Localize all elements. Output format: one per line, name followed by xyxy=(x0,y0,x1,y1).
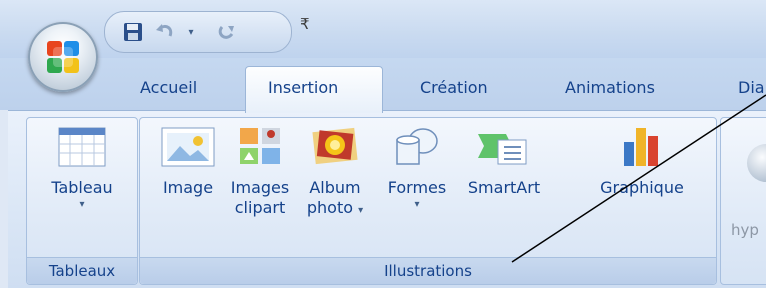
tab-insertion[interactable]: Insertion xyxy=(268,78,338,97)
annotation-arrow-line xyxy=(511,94,766,263)
office-button[interactable] xyxy=(28,22,98,92)
office-logo-icon xyxy=(47,41,79,73)
